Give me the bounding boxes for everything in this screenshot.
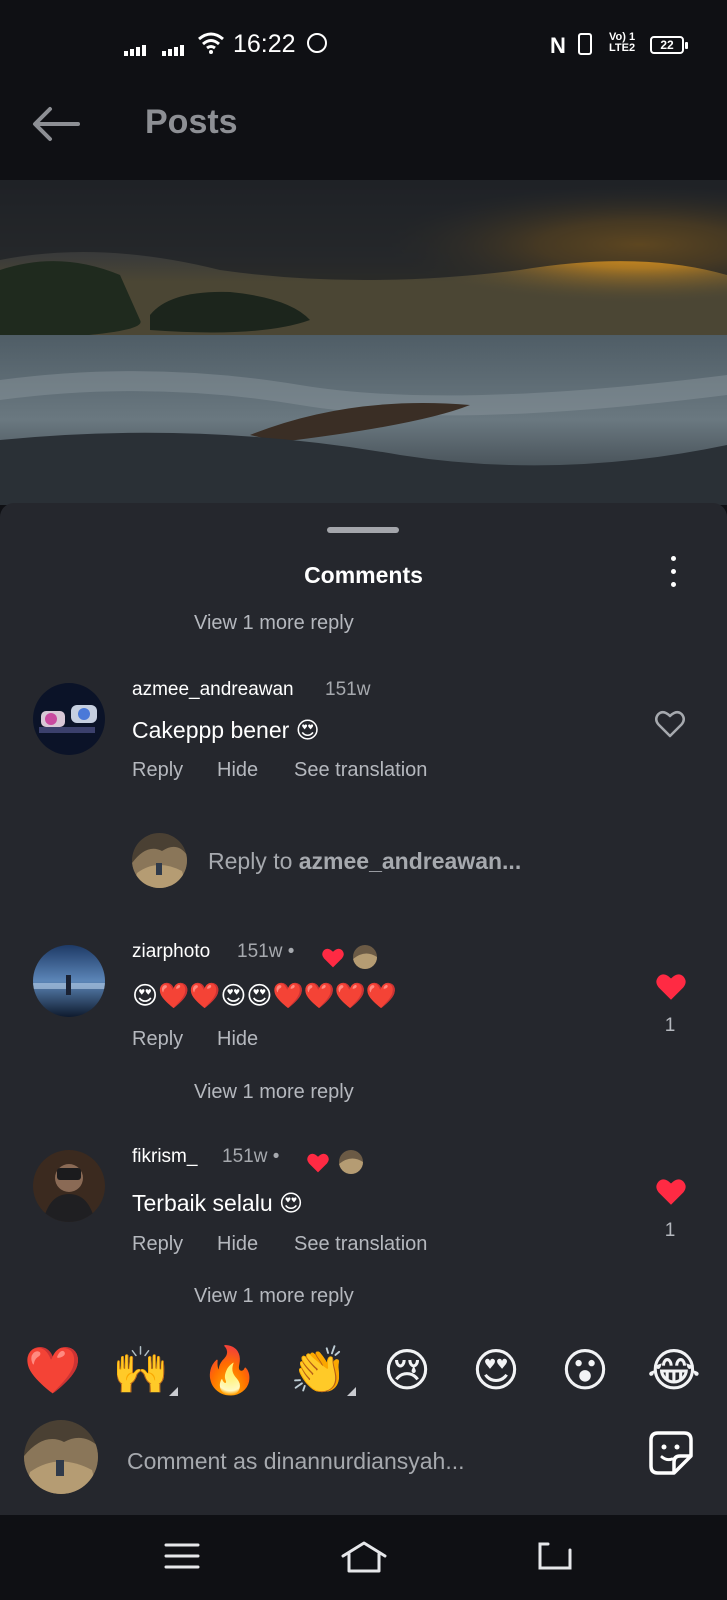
emoji-surprised-button[interactable]: 😮 [557,1345,613,1395]
menu-icon[interactable] [164,1542,200,1570]
signal-2-icon [162,38,186,56]
emoji-laughing-button[interactable]: 😂 [646,1345,702,1395]
heart-outline-icon[interactable] [655,710,685,738]
view-more-replies-link[interactable]: View 1 more reply [194,1081,354,1104]
comment-time: 151w [325,679,371,700]
emoji-clapping-button[interactable]: 👏 [290,1345,347,1395]
quick-emoji-bar [0,1325,727,1415]
status-time: 16:22 [233,30,296,58]
author-avatar-small [353,945,377,969]
like-count: 1 [664,1015,676,1036]
comment-text: 😍❤️❤️😍😍❤️❤️❤️❤️ [132,982,397,1010]
battery-icon: 22 [650,36,688,54]
hide-button[interactable]: Hide [217,1028,258,1051]
sheet-drag-handle[interactable] [327,527,399,533]
avatar[interactable] [33,683,105,755]
volte-indicator: Vo) 1 LTE2 [609,31,636,54]
emoji-raised-hands-button[interactable]: 🙌 [112,1345,169,1395]
emoji-heart-eyes-button[interactable]: 😍 [468,1345,524,1395]
comment-input[interactable] [125,1440,609,1482]
skin-tone-indicator-icon [169,1387,178,1396]
reply-to-input[interactable]: Reply to azmee_andreawan... [208,848,521,875]
nfc-icon: N [550,33,566,58]
wifi-icon [198,32,224,54]
reply-button[interactable]: Reply [132,1233,183,1256]
like-count: 1 [664,1220,676,1241]
comment-username[interactable]: ziarphoto [132,941,210,963]
arrow-left-icon[interactable] [32,106,80,142]
emoji-heart-button[interactable]: ❤️ [24,1345,81,1395]
comment-time: 151w • [222,1146,280,1167]
comment-text: Cakeppp bener 😍 [132,717,320,743]
view-more-replies-link[interactable]: View 1 more reply [194,1285,354,1308]
page-title: Posts [145,103,238,141]
skin-tone-indicator-icon [347,1387,356,1396]
heart-filled-icon[interactable] [655,1177,687,1207]
comment-username[interactable]: azmee_andreawan [132,679,294,701]
post-image[interactable] [0,180,727,505]
view-more-replies-link[interactable]: View 1 more reply [194,612,354,635]
heart-filled-icon[interactable] [655,972,687,1002]
signal-1-icon [124,38,148,56]
reply-to-prefix: Reply to [208,848,299,874]
emoji-crying-button[interactable]: 😢 [379,1345,435,1395]
my-avatar [132,833,187,888]
reply-button[interactable]: Reply [132,1028,183,1051]
see-translation-button[interactable]: See translation [294,1233,427,1256]
author-avatar-small [339,1150,363,1174]
back-nav-icon[interactable] [536,1540,574,1572]
vibrate-icon [578,33,592,55]
app-header [0,90,727,180]
emoji-fire-button[interactable]: 🔥 [201,1345,258,1395]
avatar[interactable] [33,945,105,1017]
comment-time: 151w • [237,941,295,962]
avatar[interactable] [33,1150,105,1222]
comment-username[interactable]: fikrism_ [132,1146,197,1168]
reply-to-username: azmee_andreawan... [298,848,522,874]
home-icon[interactable] [340,1540,388,1574]
hide-button[interactable]: Hide [217,1233,258,1256]
sheet-title: Comments [304,562,423,588]
hide-button[interactable]: Hide [217,759,258,782]
reply-button[interactable]: Reply [132,759,183,782]
comment-text: Terbaik selalu 😍 [132,1190,303,1216]
author-liked-heart-icon [307,1153,329,1173]
more-options-icon[interactable] [666,556,680,592]
see-translation-button[interactable]: See translation [294,759,427,782]
author-liked-heart-icon [322,948,344,968]
sticker-icon[interactable] [648,1430,694,1476]
whatsapp-notification-icon [307,33,327,53]
my-avatar [24,1420,98,1494]
